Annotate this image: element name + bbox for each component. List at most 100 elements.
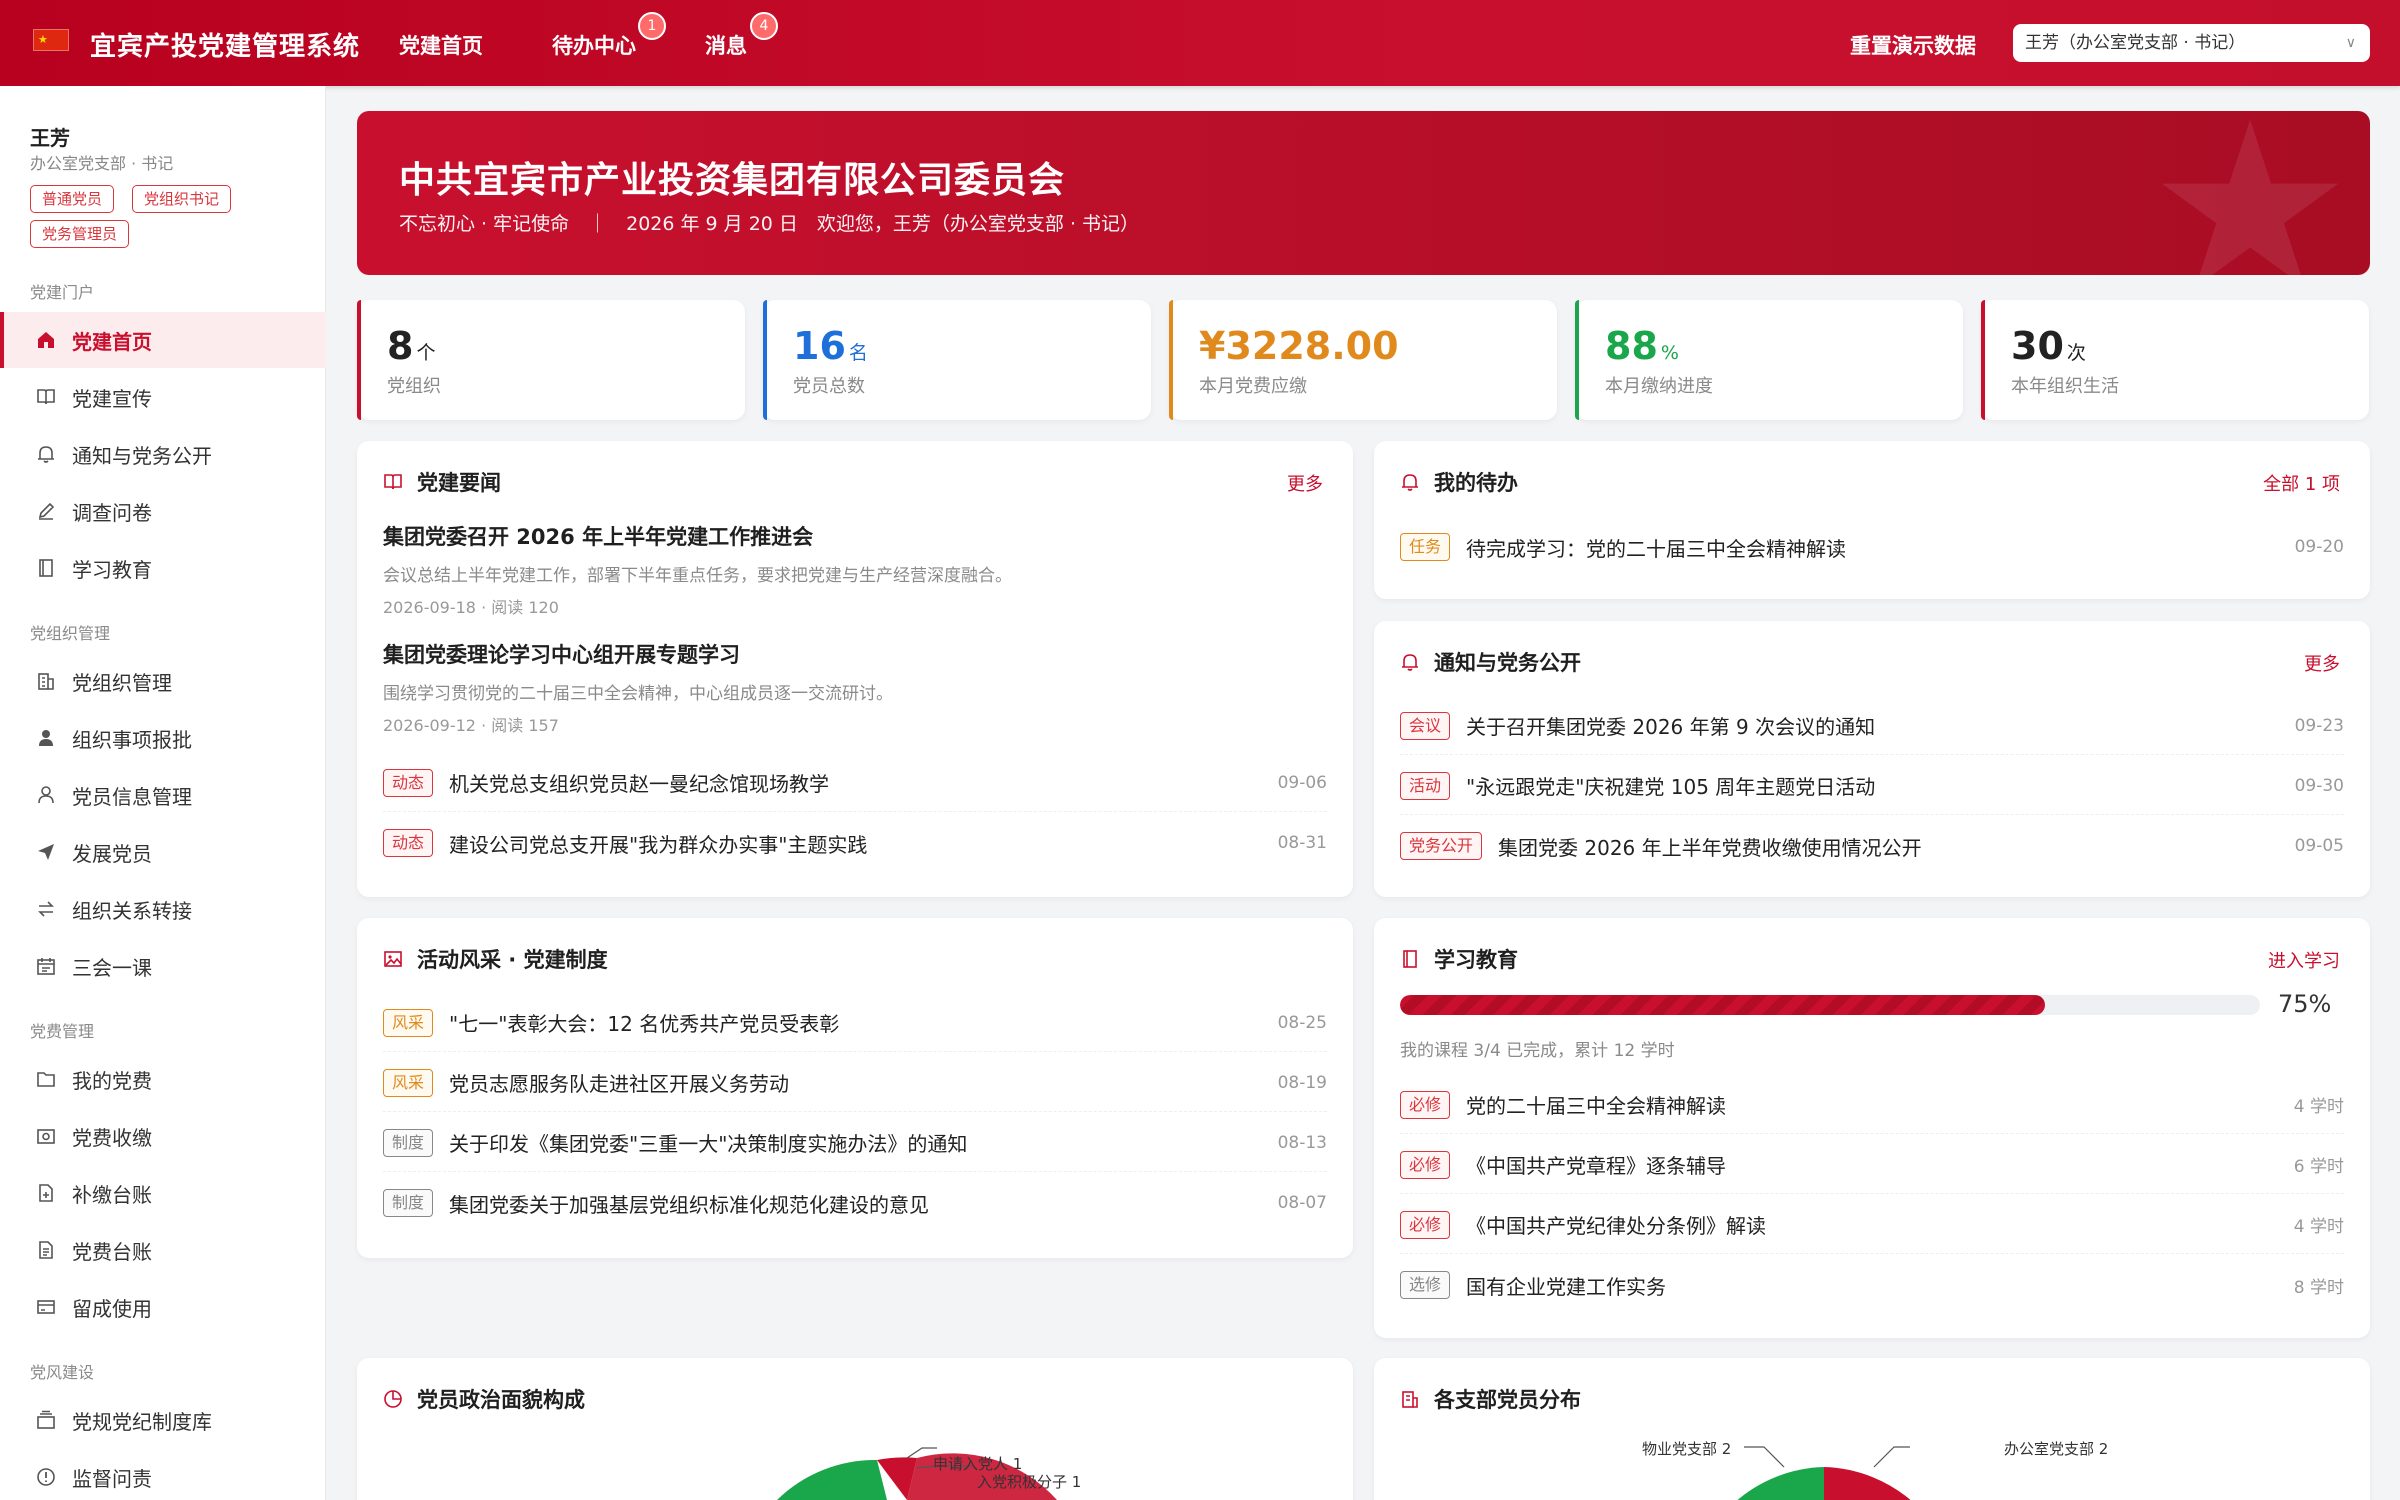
sidebar-item-label: 留成使用 <box>72 1296 152 1321</box>
list-item-text: 关于召开集团党委 2026 年第 9 次会议的通知 <box>1466 715 1876 739</box>
list-item[interactable]: 任务 待完成学习：党的二十届三中全会精神解读 09-20 <box>1400 518 2344 576</box>
user-switch-select[interactable]: 王芳（办公室党支部 · 书记） ∨ <box>2013 24 2370 62</box>
sidebar-item-label: 党费台账 <box>72 1239 152 1264</box>
course-title: 《中国共产党章程》逐条辅导 <box>1466 1154 1727 1178</box>
activities-card: 活动风采 · 党建制度 风采 "七一"表彰大会：12 名优秀共产党员受表彰 08… <box>357 918 1353 1258</box>
stat-card[interactable]: 8个 党组织 <box>357 300 745 420</box>
sidebar-item-label: 监督问责 <box>72 1466 152 1491</box>
todo-badge: 1 <box>638 12 666 40</box>
category-tag: 制度 <box>383 1189 434 1217</box>
sidebar-item-meetings[interactable]: 三会一课 <box>0 938 326 994</box>
list-item[interactable]: 制度 集团党委关于加强基层党组织标准化规范化建设的意见 08-07 <box>383 1174 1327 1232</box>
sidebar-section-title: 党组织管理 <box>30 624 111 643</box>
sidebar-item-survey[interactable]: 调查问卷 <box>0 483 326 539</box>
stat-label: 党员总数 <box>793 376 865 397</box>
leader-line <box>1744 1446 1785 1468</box>
stat-value: 16 <box>793 324 846 368</box>
card-title: 学习教育 <box>1434 948 1518 972</box>
stat-label: 党组织 <box>387 376 441 397</box>
sidebar-item-propaganda[interactable]: 党建宣传 <box>0 369 326 425</box>
sidebar-item-label: 学习教育 <box>72 557 152 582</box>
list-item-text: 集团党委关于加强基层党组织标准化规范化建设的意见 <box>449 1192 930 1217</box>
category-tag: 活动 <box>1400 771 1451 800</box>
course-item[interactable]: 必修 《中国共产党章程》逐条辅导 6 学时 <box>1400 1136 2344 1194</box>
course-title: 党的二十届三中全会精神解读 <box>1466 1094 1727 1118</box>
list-item-text: 党员志愿服务队走进社区开展义务劳动 <box>449 1072 790 1096</box>
sidebar-item-org-manage[interactable]: 党组织管理 <box>0 653 326 709</box>
list-item[interactable]: 动态 建设公司党总支开展"我为群众办实事"主题实践 08-31 <box>383 814 1327 872</box>
sidebar-item-label: 党费收缴 <box>72 1125 152 1150</box>
news-more-link[interactable]: 更多 <box>1287 470 1323 496</box>
enter-study-link[interactable]: 进入学习 <box>2268 947 2340 973</box>
list-item[interactable]: 风采 党员志愿服务队走进社区开展义务劳动 08-19 <box>383 1054 1327 1112</box>
pen-icon <box>34 499 58 523</box>
todo-all-link[interactable]: 全部 1 项 <box>2263 470 2340 496</box>
stat-accent <box>1575 300 1579 420</box>
sidebar-item-rules-library[interactable]: 党规党纪制度库 <box>0 1392 326 1448</box>
list-item[interactable]: 风采 "七一"表彰大会：12 名优秀共产党员受表彰 08-25 <box>383 994 1327 1052</box>
sidebar-item-develop[interactable]: 发展党员 <box>0 824 326 880</box>
sidebar-item-backpay[interactable]: 补缴台账 <box>0 1165 326 1221</box>
sidebar-item-label: 党员信息管理 <box>72 784 192 809</box>
course-item[interactable]: 必修 《中国共产党纪律处分条例》解读 4 学时 <box>1400 1196 2344 1254</box>
role-tag: 党组织书记 <box>132 185 232 213</box>
sidebar-item-home[interactable]: 党建首页 <box>0 312 326 368</box>
list-item-date: 09-23 <box>2294 715 2344 736</box>
sidebar-item-fee-ledger[interactable]: 党费台账 <box>0 1222 326 1278</box>
list-item[interactable]: 制度 关于印发《集团党委"三重一大"决策制度实施办法》的通知 08-13 <box>383 1114 1327 1172</box>
image-icon <box>383 948 405 970</box>
nav-messages[interactable]: 消息 <box>705 30 747 60</box>
list-item-date: 08-19 <box>1277 1072 1327 1093</box>
nav-todo[interactable]: 待办中心 <box>552 30 636 60</box>
bell-icon <box>1400 651 1422 673</box>
building-icon <box>34 669 58 693</box>
course-item[interactable]: 必修 党的二十届三中全会精神解读 4 学时 <box>1400 1076 2344 1134</box>
pie-slice <box>1737 1467 1824 1500</box>
sidebar-item-approval[interactable]: 组织事项报批 <box>0 710 326 766</box>
list-item[interactable]: 党务公开 集团党委 2026 年上半年党费收缴使用情况公开 09-05 <box>1400 817 2344 875</box>
home-icon <box>34 328 58 352</box>
pie-slice <box>1824 1467 1911 1500</box>
notices-more-link[interactable]: 更多 <box>2304 650 2340 676</box>
list-item-date: 09-06 <box>1277 772 1327 793</box>
stat-card[interactable]: ¥3228.00 本月党费应缴 <box>1169 300 1557 420</box>
course-hours: 4 学时 <box>2293 1097 2344 1117</box>
course-item[interactable]: 选修 国有企业党建工作实务 8 学时 <box>1400 1256 2344 1314</box>
list-item-text: 机关党总支组织党员赵一曼纪念馆现场教学 <box>449 772 830 796</box>
news-summary: 围绕学习贯彻党的二十届三中全会精神，中心组成员逐一交流研讨。 <box>383 684 893 704</box>
stat-accent <box>763 300 767 420</box>
sidebar-item-study[interactable]: 学习教育 <box>0 540 326 596</box>
list-item-text: 建设公司党总支开展"我为群众办实事"主题实践 <box>449 832 868 857</box>
sidebar-item-my-fee[interactable]: 我的党费 <box>0 1051 326 1107</box>
sidebar-item-transfer[interactable]: 组织关系转接 <box>0 881 326 937</box>
sidebar-item-notices[interactable]: 通知与党务公开 <box>0 426 326 482</box>
user-select-value: 王芳（办公室党支部 · 书记） <box>2025 33 2246 53</box>
stat-card[interactable]: 88% 本月缴纳进度 <box>1575 300 1963 420</box>
news-meta: 2026-09-12 · 阅读 157 <box>383 716 559 735</box>
card-title: 各支部党员分布 <box>1434 1388 1581 1412</box>
sidebar-item-label: 调查问卷 <box>72 500 152 525</box>
list-item[interactable]: 会议 关于召开集团党委 2026 年第 9 次会议的通知 09-23 <box>1400 697 2344 755</box>
book-icon <box>34 385 58 409</box>
sidebar-item-label: 补缴台账 <box>72 1182 152 1207</box>
sidebar-item-retained[interactable]: 留成使用 <box>0 1279 326 1335</box>
book-icon <box>383 471 405 493</box>
bar-chart-icon <box>1400 1388 1422 1410</box>
stat-card[interactable]: 16 名 党员总数 <box>763 300 1151 420</box>
list-item[interactable]: 活动 "永远跟党走"庆祝建党 105 周年主题党日活动 09-30 <box>1400 757 2344 815</box>
stat-card[interactable]: 30 次 本年组织生活 <box>1981 300 2369 420</box>
sidebar-item-supervision[interactable]: 监督问责 <box>0 1449 326 1500</box>
news-headline[interactable]: 集团党委理论学习中心组开展专题学习 <box>383 639 740 669</box>
reset-demo-button[interactable]: 重置演示数据 <box>1850 30 1976 60</box>
transfer-icon <box>34 897 58 921</box>
pie-label: 物业党支部 2 <box>1642 1440 1732 1458</box>
pie-slice <box>777 1459 887 1500</box>
list-item[interactable]: 动态 机关党总支组织党员赵一曼纪念馆现场教学 09-06 <box>383 754 1327 812</box>
sidebar-item-members[interactable]: 党员信息管理 <box>0 767 326 823</box>
nav-home[interactable]: 党建首页 <box>399 30 483 60</box>
study-card: 学习教育 进入学习 75% 我的课程 3/4 已完成，累计 12 学时 必修 党… <box>1374 918 2370 1338</box>
list-item-date: 08-31 <box>1277 833 1327 853</box>
news-headline[interactable]: 集团党委召开 2026 年上半年党建工作推进会 <box>383 521 813 551</box>
sidebar-item-fee-collect[interactable]: 党费收缴 <box>0 1108 326 1164</box>
card-title: 活动风采 · 党建制度 <box>417 948 608 972</box>
